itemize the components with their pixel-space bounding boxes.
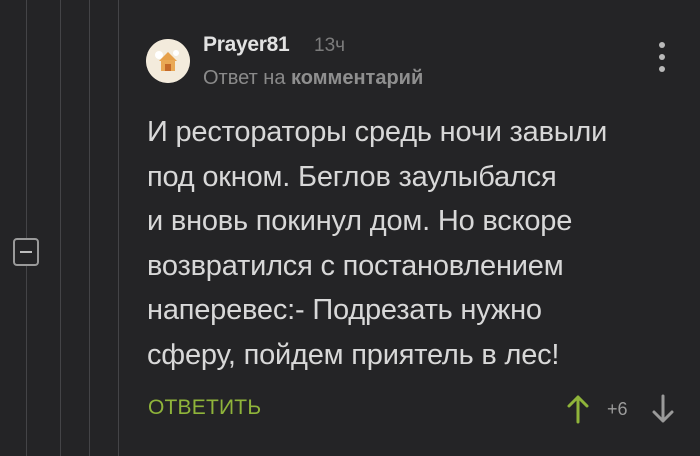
avatar[interactable] bbox=[146, 39, 190, 83]
comment-rating: +6 bbox=[607, 399, 628, 419]
comment-body: И рестораторы средь ночи завыли под окно… bbox=[147, 110, 667, 377]
reply-prefix: Ответ на bbox=[203, 67, 292, 89]
author-name[interactable]: Prayer81 bbox=[203, 33, 290, 57]
comment-line: и вновь покинул дом. Но вскоре bbox=[147, 205, 573, 237]
thread-line bbox=[60, 0, 61, 456]
comment-line: наперевес:- Подрезать нужно bbox=[147, 294, 542, 326]
comment-line: сферу, пойдем приятель в лес! bbox=[147, 338, 560, 371]
thread-line bbox=[89, 0, 90, 456]
parent-comment-link[interactable]: комментарий bbox=[291, 67, 423, 89]
arrow-up-icon[interactable] bbox=[566, 394, 590, 429]
comment-line: возвратился с постановлением bbox=[147, 249, 564, 282]
thread-line bbox=[118, 0, 119, 456]
comment-line: под окном. Беглов заулыбался bbox=[147, 160, 557, 193]
reply-info: Ответ на комментарий bbox=[203, 67, 423, 90]
collapse-minus-icon bbox=[20, 251, 32, 253]
comment-time: 13ч bbox=[314, 35, 346, 56]
arrow-down-icon[interactable] bbox=[651, 394, 675, 429]
comment-line: И рестораторы средь ночи завыли bbox=[147, 116, 608, 148]
reply-button[interactable]: ОТВЕТИТЬ bbox=[148, 396, 261, 420]
more-vertical-icon[interactable] bbox=[655, 42, 669, 72]
avatar-image bbox=[146, 39, 190, 83]
collapse-thread-button[interactable] bbox=[13, 238, 39, 266]
thread-line bbox=[26, 0, 27, 456]
